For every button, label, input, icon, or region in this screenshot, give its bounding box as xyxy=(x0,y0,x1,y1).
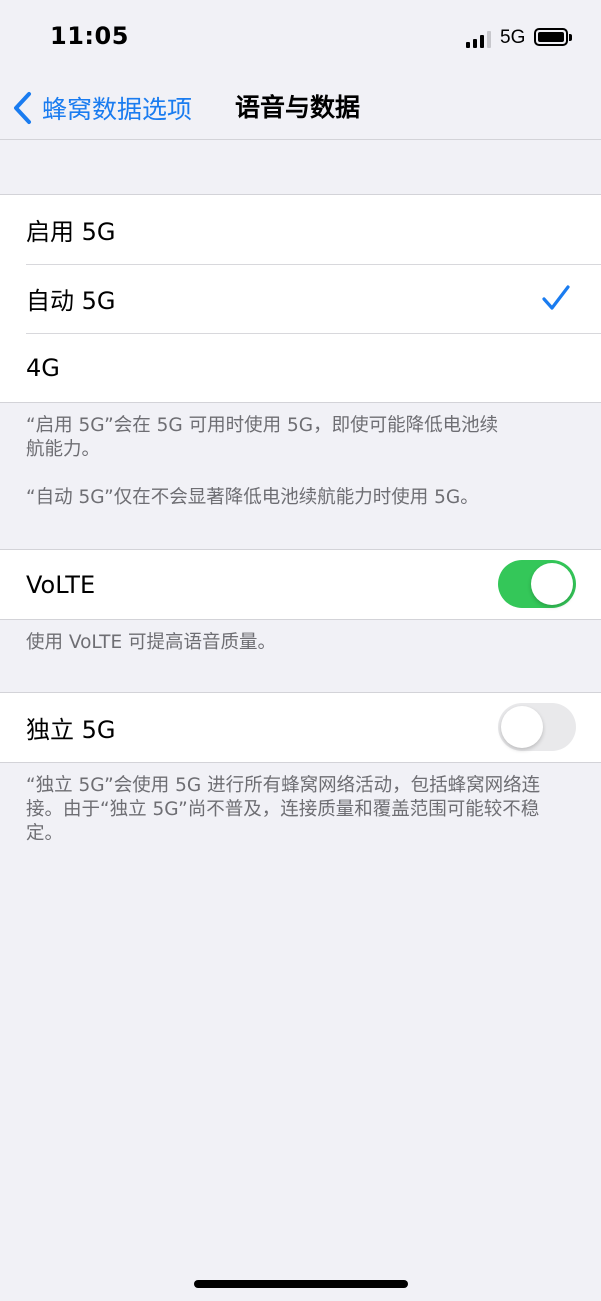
option-auto-5g[interactable]: 自动 5G xyxy=(0,264,601,333)
standalone-5g-label: 独立 5G xyxy=(26,716,116,744)
volte-label: VoLTE xyxy=(26,570,96,599)
volte-toggle[interactable] xyxy=(498,560,576,608)
standalone-5g-group: 独立 5G xyxy=(0,692,601,763)
footer-text-enable-5g: “启用 5G”会在 5G 可用时使用 5G，即使可能降低电池续航能力。 xyxy=(26,415,499,460)
option-label: 启用 5G xyxy=(26,218,116,246)
option-label: 4G xyxy=(26,353,60,382)
page-title: 语音与数据 xyxy=(235,93,361,122)
back-button-label: 蜂窝数据选项 xyxy=(42,95,193,124)
volte-row: VoLTE xyxy=(0,550,601,619)
signal-icon xyxy=(466,30,492,48)
checkmark-icon xyxy=(542,285,570,310)
option-4g[interactable]: 4G xyxy=(0,333,601,402)
network-mode-footer: “启用 5G”会在 5G 可用时使用 5G，即使可能降低电池续航能力。 “自动 … xyxy=(26,414,516,510)
option-label: 自动 5G xyxy=(26,287,116,315)
home-indicator[interactable] xyxy=(194,1280,408,1288)
toggle-knob xyxy=(501,706,543,748)
standalone-5g-footer: “独立 5G”会使用 5G 进行所有蜂窝网络活动，包括蜂窝网络连接。由于“独立 … xyxy=(26,775,541,844)
option-enable-5g[interactable]: 启用 5G xyxy=(0,195,601,264)
network-mode-group: 启用 5G 自动 5G 4G xyxy=(0,194,601,403)
standalone-5g-row: 独立 5G xyxy=(0,693,601,762)
volte-group: VoLTE xyxy=(0,549,601,620)
toggle-knob xyxy=(531,563,573,605)
status-time: 11:05 xyxy=(50,22,129,50)
chevron-left-icon xyxy=(14,92,31,124)
battery-icon xyxy=(534,28,572,46)
navigation-bar: 蜂窝数据选项 语音与数据 xyxy=(0,76,601,140)
back-button[interactable]: 蜂窝数据选项 xyxy=(12,90,192,126)
volte-footer: 使用 VoLTE 可提高语音质量。 xyxy=(26,632,277,653)
status-bar: 11:05 5G xyxy=(0,0,601,76)
standalone-5g-toggle[interactable] xyxy=(498,703,576,751)
network-type: 5G xyxy=(500,27,526,48)
footer-text-auto-5g: “自动 5G”仅在不会显著降低电池续航能力时使用 5G。 xyxy=(26,487,479,508)
